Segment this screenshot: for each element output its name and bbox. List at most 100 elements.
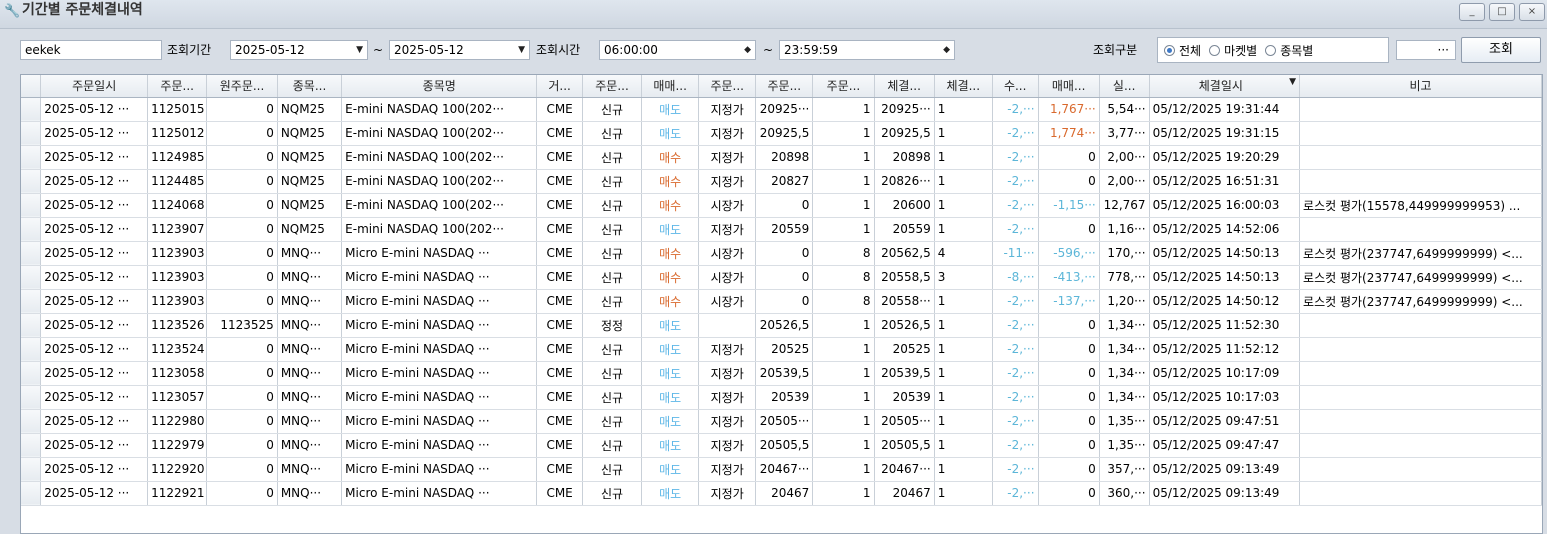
- close-button[interactable]: ×: [1519, 3, 1545, 21]
- radio-market[interactable]: 마켓별: [1209, 42, 1257, 59]
- column-header-order-kind[interactable]: 주문...: [582, 75, 643, 98]
- column-header-order-time[interactable]: 주문일시: [40, 75, 149, 98]
- column-header-orig-order-no[interactable]: 원주문...: [206, 75, 278, 98]
- cell-orig-order-no: 1123525: [206, 313, 278, 338]
- cell-exchange: CME: [536, 433, 583, 458]
- cell-order-qty: 1: [812, 121, 875, 146]
- cell-symbol-name: E-mini NASDAQ 100(202···: [341, 217, 538, 242]
- column-header-trade-pnl[interactable]: 매매...: [1038, 75, 1100, 98]
- row-header[interactable]: [21, 217, 42, 242]
- table-row[interactable]: 2025-05-12 ··· 1124985 0 NQM25 E-mini NASDAQ…: [21, 145, 1542, 170]
- radio-symbol[interactable]: 종목별: [1265, 42, 1313, 59]
- row-header[interactable]: [21, 433, 42, 458]
- table-row[interactable]: 2025-05-12 ··· 1124068 0 NQM25 E-mini NASDAQ…: [21, 193, 1542, 218]
- date-to-combo[interactable]: 2025-05-12 ▼: [389, 40, 530, 60]
- table-row[interactable]: 2025-05-12 ··· 1123903 0 MNQ··· Micro E-mini…: [21, 241, 1542, 266]
- row-header[interactable]: [21, 457, 42, 482]
- cell-order-kind: 신규: [582, 337, 643, 362]
- column-header-order-type[interactable]: 주문...: [698, 75, 757, 98]
- cell-side: 매도: [641, 385, 700, 410]
- column-header-order-price[interactable]: 주문...: [755, 75, 814, 98]
- column-header-remarks[interactable]: 비고: [1299, 75, 1542, 98]
- spinner-arrows-icon[interactable]: ◆: [943, 41, 950, 59]
- table-row[interactable]: 2025-05-12 ··· 1123524 0 MNQ··· Micro E-mini…: [21, 337, 1542, 362]
- row-header[interactable]: [21, 481, 42, 506]
- table-row[interactable]: 2025-05-12 ··· 1123058 0 MNQ··· Micro E-mini…: [21, 361, 1542, 386]
- table-row[interactable]: 2025-05-12 ··· 1122980 0 MNQ··· Micro E-mini…: [21, 409, 1542, 434]
- table-header-row: 주문일시 주문... 원주문... 종목... 종목명 거... 주문... 매매... 주문.…: [21, 75, 1542, 98]
- row-header[interactable]: [21, 409, 42, 434]
- dropdown-arrow-icon: ▼: [518, 45, 525, 55]
- row-header[interactable]: [21, 97, 42, 122]
- table-row[interactable]: 2025-05-12 ··· 1125015 0 NQM25 E-mini NASDAQ…: [21, 97, 1542, 122]
- cell-symbol-name: E-mini NASDAQ 100(202···: [341, 169, 538, 194]
- row-header[interactable]: [21, 289, 42, 314]
- table-row[interactable]: 2025-05-12 ··· 1123907 0 NQM25 E-mini NASDAQ…: [21, 217, 1542, 242]
- column-header-order-qty[interactable]: 주문...: [812, 75, 875, 98]
- row-header[interactable]: [21, 169, 42, 194]
- radio-all[interactable]: 전체: [1164, 42, 1201, 59]
- cell-remarks: [1299, 97, 1542, 122]
- cell-order-qty: 8: [812, 241, 875, 266]
- cell-trade-pnl: 1,774···: [1038, 121, 1100, 146]
- cell-order-time: 2025-05-12 ···: [40, 145, 149, 170]
- column-header-fill-time[interactable]: 체결일시 ▼: [1149, 75, 1301, 98]
- time-from-spinner[interactable]: 06:00:00 ◆: [599, 40, 756, 60]
- table-row[interactable]: 2025-05-12 ··· 1123903 0 MNQ··· Micro E-mini…: [21, 265, 1542, 290]
- cell-order-kind: 신규: [582, 481, 643, 506]
- minimize-button[interactable]: _: [1459, 3, 1485, 21]
- table-row[interactable]: 2025-05-12 ··· 1125012 0 NQM25 E-mini NASDAQ…: [21, 121, 1542, 146]
- row-header[interactable]: [21, 361, 42, 386]
- row-header[interactable]: [21, 385, 42, 410]
- cell-order-time: 2025-05-12 ···: [40, 97, 149, 122]
- cell-exchange: CME: [536, 313, 583, 338]
- cell-trade-pnl: -413,···: [1038, 265, 1100, 290]
- table-row[interactable]: 2025-05-12 ··· 1124485 0 NQM25 E-mini NASDAQ…: [21, 169, 1542, 194]
- symbol-picker-field[interactable]: ···: [1396, 40, 1456, 60]
- row-header[interactable]: [21, 241, 42, 266]
- search-button[interactable]: 조회: [1461, 37, 1541, 63]
- cell-remarks: [1299, 361, 1542, 386]
- row-header[interactable]: [21, 121, 42, 146]
- cell-fill-price: 20600: [874, 193, 935, 218]
- spinner-arrows-icon[interactable]: ◆: [744, 41, 751, 59]
- table-row[interactable]: 2025-05-12 ··· 1123903 0 MNQ··· Micro E-mini…: [21, 289, 1542, 314]
- cell-remarks: [1299, 481, 1542, 506]
- column-header-side[interactable]: 매매...: [641, 75, 700, 98]
- column-header-fee[interactable]: 수...: [992, 75, 1039, 98]
- cell-order-no: 1124485: [147, 169, 208, 194]
- row-header[interactable]: [21, 265, 42, 290]
- column-header-symbol-name[interactable]: 종목명: [341, 75, 538, 98]
- cell-order-qty: 1: [812, 97, 875, 122]
- cell-order-time: 2025-05-12 ···: [40, 409, 149, 434]
- time-to-spinner[interactable]: 23:59:59 ◆: [779, 40, 955, 60]
- row-header[interactable]: [21, 145, 42, 170]
- cell-fill-time: 05/12/2025 09:47:47: [1149, 433, 1301, 458]
- cell-symbol-code: MNQ···: [277, 481, 343, 506]
- table-row[interactable]: 2025-05-12 ··· 1122920 0 MNQ··· Micro E-mini…: [21, 457, 1542, 482]
- column-header-fill-price[interactable]: 체결...: [874, 75, 935, 98]
- row-header[interactable]: [21, 313, 42, 338]
- cell-fill-price: 20505,5: [874, 433, 935, 458]
- column-header-exchange[interactable]: 거...: [536, 75, 583, 98]
- table-row[interactable]: 2025-05-12 ··· 1122921 0 MNQ··· Micro E-mini…: [21, 481, 1542, 506]
- row-header[interactable]: [21, 337, 42, 362]
- date-tilde: ~: [373, 43, 384, 57]
- cell-side: 매도: [641, 361, 700, 386]
- cell-remarks: [1299, 385, 1542, 410]
- column-header-fill-qty[interactable]: 체결...: [934, 75, 993, 98]
- row-header[interactable]: [21, 193, 42, 218]
- table-row[interactable]: 2025-05-12 ··· 1122979 0 MNQ··· Micro E-mini…: [21, 433, 1542, 458]
- column-header-realized[interactable]: 실...: [1099, 75, 1150, 98]
- maximize-button[interactable]: □: [1489, 3, 1515, 21]
- column-header-order-no[interactable]: 주문...: [147, 75, 208, 98]
- account-field[interactable]: eekek: [20, 40, 162, 60]
- table-row[interactable]: 2025-05-12 ··· 1123526 1123525 MNQ··· Micro …: [21, 313, 1542, 338]
- table-row[interactable]: 2025-05-12 ··· 1123057 0 MNQ··· Micro E-mini…: [21, 385, 1542, 410]
- cell-order-no: 1122980: [147, 409, 208, 434]
- column-header-symbol-code[interactable]: 종목...: [277, 75, 343, 98]
- date-from-combo[interactable]: 2025-05-12 ▼: [230, 40, 368, 60]
- cell-remarks: [1299, 217, 1542, 242]
- cell-order-qty: 8: [812, 289, 875, 314]
- date-to-value: 2025-05-12: [394, 43, 464, 57]
